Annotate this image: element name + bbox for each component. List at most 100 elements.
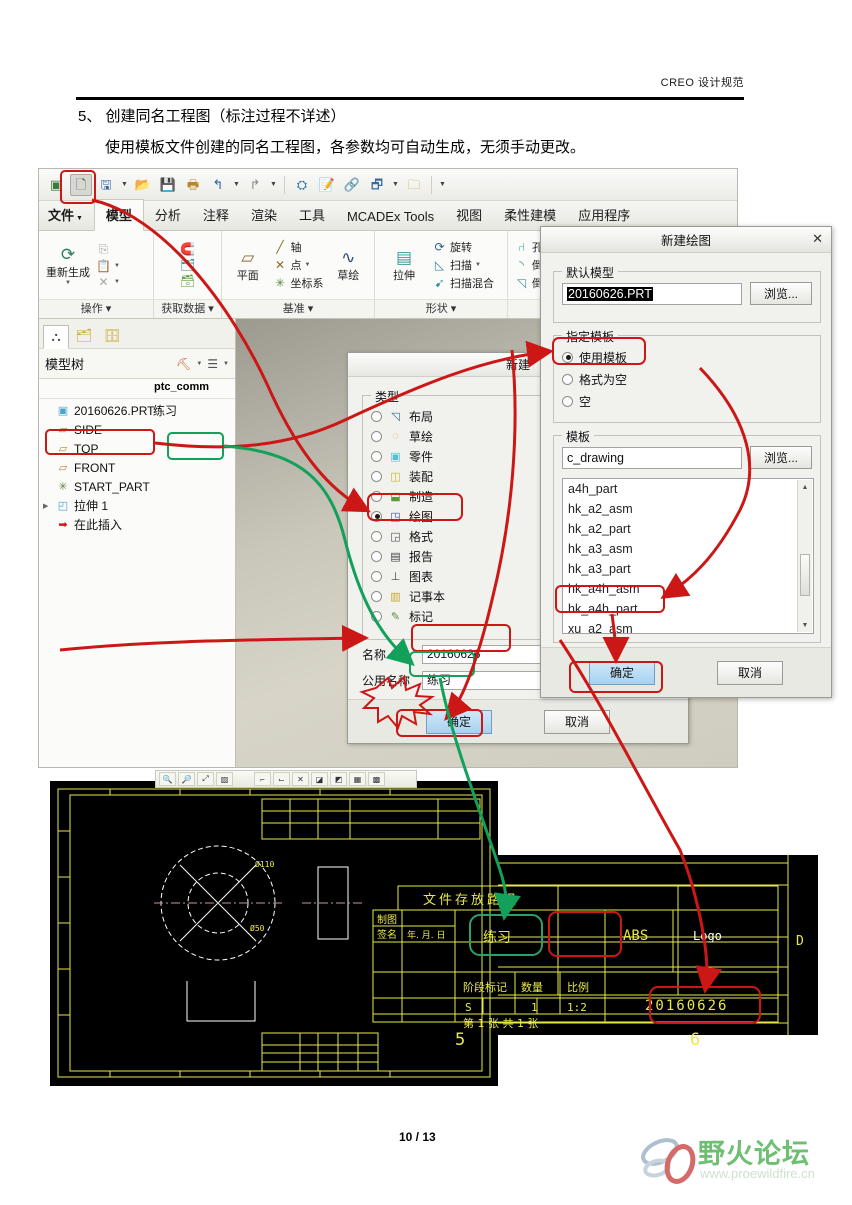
customize-toolbar-caret-icon[interactable]: ▼ bbox=[438, 181, 447, 188]
tree-expander-extrude[interactable]: ▶ bbox=[43, 502, 52, 510]
merge-button[interactable]: 🗂 bbox=[180, 258, 195, 272]
ribbon-group-operations-label[interactable]: 操作 ▾ bbox=[39, 299, 153, 318]
ribbon-tab-view[interactable]: 视图 bbox=[445, 200, 493, 230]
copy-geometry-button[interactable]: 🗃 bbox=[180, 274, 195, 288]
list-item[interactable]: hk_a2_part bbox=[563, 519, 813, 539]
template-option-empty[interactable]: 空 bbox=[554, 390, 820, 412]
window-caret-icon[interactable]: ▼ bbox=[391, 181, 400, 188]
ribbon-group-get-data-label[interactable]: 获取数据 ▾ bbox=[154, 299, 221, 318]
list-item[interactable]: hk_a2_asm bbox=[563, 499, 813, 519]
radio-sketch[interactable] bbox=[371, 430, 382, 442]
favorites-tab[interactable]: 🗄 bbox=[99, 324, 125, 348]
open-icon[interactable]: 📂 bbox=[132, 174, 154, 196]
type-option-manufacturing[interactable]: ⬓ 制造 bbox=[363, 486, 547, 506]
regenerate-button[interactable]: ⟳ 重新生成 ▼ bbox=[45, 245, 91, 286]
new-drawing-cancel-button[interactable]: 取消 bbox=[717, 660, 783, 685]
model-tree-tab[interactable]: ⛬ bbox=[43, 325, 69, 349]
view-3-icon[interactable]: ✕ bbox=[292, 772, 309, 786]
view-7-icon[interactable]: ▩ bbox=[368, 772, 385, 786]
extrude-button[interactable]: ▤ 拉伸 bbox=[381, 248, 427, 283]
ribbon-tab-model[interactable]: 模型 bbox=[93, 199, 144, 231]
type-option-notebook[interactable]: ▥ 记事本 bbox=[363, 586, 547, 606]
scroll-down-icon[interactable]: ▼ bbox=[798, 618, 812, 632]
tree-filter-icon[interactable]: ⛏ bbox=[176, 357, 191, 371]
view-1-icon[interactable]: ⌐ bbox=[254, 772, 271, 786]
template-name-input[interactable]: c_drawing bbox=[562, 446, 742, 469]
save-as-icon[interactable]: 🖫 bbox=[95, 174, 117, 196]
tree-node-start-part[interactable]: ✳ START_PART bbox=[43, 477, 235, 496]
template-option-use-template[interactable]: 使用模板 bbox=[554, 346, 820, 368]
new-drawing-ok-button[interactable]: 确定 bbox=[589, 660, 655, 685]
paste-button[interactable]: 📋 ▼ bbox=[96, 259, 120, 273]
type-option-diagram[interactable]: ⊥ 图表 bbox=[363, 566, 547, 586]
type-option-assembly[interactable]: ◫ 装配 bbox=[363, 466, 547, 486]
zoom-in-icon[interactable]: 🔍 bbox=[159, 772, 176, 786]
datum-csys-button[interactable]: ✳ 坐标系 bbox=[273, 275, 324, 291]
radio-empty-with-format[interactable] bbox=[562, 373, 573, 385]
list-item[interactable]: hk_a3_asm bbox=[563, 539, 813, 559]
type-option-markup[interactable]: ✎ 标记 bbox=[363, 606, 547, 626]
ribbon-group-shapes-label[interactable]: 形状 ▾ bbox=[375, 299, 507, 318]
window-icon[interactable]: 🗗 bbox=[366, 174, 388, 196]
tree-node-top[interactable]: ▱ TOP bbox=[43, 439, 235, 458]
sweep-button[interactable]: ◺ 扫描 ▼ bbox=[432, 257, 494, 273]
edit-icon[interactable]: 📝 bbox=[316, 174, 338, 196]
datum-plane-button[interactable]: ▱ 平面 bbox=[228, 248, 268, 283]
radio-markup[interactable] bbox=[371, 610, 382, 622]
zoom-out-icon[interactable]: 🔎 bbox=[178, 772, 195, 786]
type-option-drawing[interactable]: ◳ 绘图 bbox=[363, 506, 547, 526]
radio-format[interactable] bbox=[371, 530, 382, 542]
new-dialog-cancel-button[interactable]: 取消 bbox=[544, 709, 610, 734]
cad-title-block[interactable]: 文件存放路径 制图 签名 年. 月. 日 练习 ABS Logo 阶段标记 数量… bbox=[355, 880, 805, 1030]
tree-node-extrude-1[interactable]: ▶ ◰ 拉伸 1 bbox=[43, 496, 235, 515]
radio-part[interactable] bbox=[371, 450, 382, 462]
print-icon[interactable]: 🖶 bbox=[182, 174, 204, 196]
new-window-icon[interactable]: ▣ bbox=[45, 174, 67, 196]
ribbon-tab-annotate[interactable]: 注释 bbox=[192, 200, 240, 230]
type-option-report[interactable]: ▤ 报告 bbox=[363, 546, 547, 566]
template-list-scrollbar[interactable]: ▲ ▼ bbox=[797, 480, 812, 632]
view-6-icon[interactable]: ▦ bbox=[349, 772, 366, 786]
redo-caret-icon[interactable]: ▼ bbox=[269, 181, 278, 188]
type-option-format[interactable]: ◲ 格式 bbox=[363, 526, 547, 546]
radio-empty[interactable] bbox=[562, 395, 573, 407]
radio-layout[interactable] bbox=[371, 410, 382, 422]
relations-icon[interactable]: 🔗 bbox=[341, 174, 363, 196]
view-2-icon[interactable]: ⌙ bbox=[273, 772, 290, 786]
ribbon-group-datum-label[interactable]: 基准 ▾ bbox=[222, 299, 374, 318]
radio-report[interactable] bbox=[371, 550, 382, 562]
list-item[interactable]: hk_a4h_asm bbox=[563, 579, 813, 599]
sweep-caret-icon[interactable]: ▼ bbox=[475, 262, 481, 268]
radio-diagram[interactable] bbox=[371, 570, 382, 582]
ribbon-tab-file[interactable]: 文件 ▼ bbox=[39, 200, 94, 230]
zoom-fit-icon[interactable]: ⤢ bbox=[197, 772, 214, 786]
default-model-input[interactable]: 20160626.PRT bbox=[562, 282, 742, 305]
radio-assembly[interactable] bbox=[371, 470, 382, 482]
paste-caret-icon[interactable]: ▼ bbox=[114, 263, 120, 269]
view-5-icon[interactable]: ◩ bbox=[330, 772, 347, 786]
type-option-sketch[interactable]: ◌ 草绘 bbox=[363, 426, 547, 446]
tree-settings-icon[interactable]: ☰ bbox=[207, 357, 218, 371]
save-icon[interactable]: 💾 bbox=[157, 174, 179, 196]
tree-node-part[interactable]: ▣ 20160626.PRT 练习 bbox=[43, 401, 235, 420]
repaint-icon[interactable]: ▨ bbox=[216, 772, 233, 786]
radio-use-template[interactable] bbox=[562, 351, 573, 363]
template-option-empty-with-format[interactable]: 格式为空 bbox=[554, 368, 820, 390]
list-item-highlighted[interactable]: hk_a4h_part bbox=[563, 599, 813, 619]
undo-icon[interactable]: ↰ bbox=[207, 174, 229, 196]
new-file-icon[interactable]: 🗋 bbox=[70, 173, 92, 196]
regenerate-caret-icon[interactable]: ▼ bbox=[65, 280, 71, 286]
delete-button[interactable]: ✕ ▼ bbox=[96, 275, 119, 289]
datum-axis-button[interactable]: ╱ 轴 bbox=[273, 239, 324, 255]
close-icon[interactable]: ✕ bbox=[812, 231, 823, 247]
tree-settings-caret-icon[interactable]: ▼ bbox=[223, 361, 229, 367]
sketch-button[interactable]: ∿ 草绘 bbox=[329, 248, 369, 283]
default-model-browse-button[interactable]: 浏览... bbox=[750, 282, 812, 305]
ribbon-tab-mcadex[interactable]: MCADEx Tools bbox=[336, 204, 445, 230]
type-option-part[interactable]: ▣ 零件 bbox=[363, 446, 547, 466]
tree-node-front[interactable]: ▱ FRONT bbox=[43, 458, 235, 477]
ribbon-tab-tools[interactable]: 工具 bbox=[288, 200, 336, 230]
tree-node-insert-here[interactable]: ➡ 在此插入 bbox=[43, 515, 235, 534]
list-item[interactable]: a4h_part bbox=[563, 479, 813, 499]
import-button[interactable]: 🧲 bbox=[180, 242, 195, 256]
